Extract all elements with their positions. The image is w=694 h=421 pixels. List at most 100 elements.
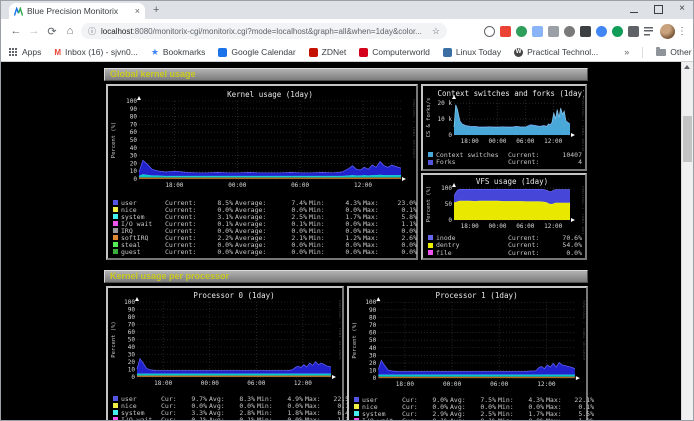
eye-extension-icon[interactable]	[564, 26, 575, 37]
green-dot-extension-icon[interactable]	[612, 26, 623, 37]
svg-text:12:00: 12:00	[544, 223, 562, 230]
legend-color-swatch	[354, 418, 359, 420]
green-globe-extension-icon[interactable]	[516, 26, 527, 37]
svg-text:100: 100	[365, 299, 376, 306]
profile-avatar[interactable]	[660, 24, 675, 39]
other-bookmarks-button[interactable]: Other bookmarks	[656, 47, 694, 57]
bookmark-linux-today[interactable]: Linux Today	[443, 47, 501, 57]
gmail-m-icon: M	[54, 48, 61, 57]
minimize-icon[interactable]	[630, 12, 638, 13]
processor-1-graph[interactable]: 010203040506070809010018:0000:0006:0012:…	[350, 289, 585, 396]
puzzle-extension-icon[interactable]	[628, 26, 639, 37]
blue-dot-extension-icon[interactable]	[596, 26, 607, 37]
legend-stat-label: Cur:	[161, 416, 183, 421]
bookmark-star-icon[interactable]: ☆	[432, 26, 440, 37]
svg-text:30: 30	[130, 153, 138, 160]
gmail-extension-icon[interactable]	[500, 26, 511, 37]
svg-text:0: 0	[448, 132, 452, 139]
reload-icon[interactable]: ⟳	[43, 25, 61, 38]
svg-text:0: 0	[131, 374, 135, 381]
site-info-icon[interactable]: ⓘ	[88, 26, 96, 37]
svg-text:70: 70	[369, 322, 377, 329]
search-extension-icon[interactable]	[484, 26, 495, 37]
processor-0-legend: userCur:9.7%Avg:8.3%Min:4.9%Max:22.5%nic…	[109, 395, 341, 420]
legend-color-swatch	[113, 396, 118, 401]
svg-text:18:00: 18:00	[165, 182, 183, 189]
pages-extension-icon[interactable]	[532, 26, 543, 37]
kernel-usage-graph[interactable]: 010203040506070809010018:0000:0006:0012:…	[109, 87, 415, 199]
playlist-extension-icon[interactable]	[644, 26, 655, 37]
legend-color-swatch	[113, 214, 118, 219]
bookmark-inbox-16-sjvn0[interactable]: MInbox (16) - sjvn0...	[54, 47, 137, 57]
svg-text:RRDTOOL / TOBI OETIKER: RRDTOOL / TOBI OETIKER	[580, 98, 584, 151]
svg-text:18:00: 18:00	[154, 380, 172, 387]
bookmark-bookmarks[interactable]: ★Bookmarks	[151, 47, 206, 57]
bookmark-apps[interactable]: Apps	[9, 47, 41, 57]
gray-square-extension-icon[interactable]	[548, 26, 559, 37]
kernel-usage-panel[interactable]: 010203040506070809010018:0000:0006:0012:…	[106, 84, 418, 260]
vfs-usage-graph[interactable]: 05010018:0000:0006:0012:00VFS usage (1da…	[424, 176, 584, 234]
dark-square-extension-icon[interactable]	[580, 26, 591, 37]
legend-stat-label: Min:	[498, 417, 520, 420]
legend-color-swatch	[113, 235, 118, 240]
svg-text:20: 20	[369, 360, 377, 367]
vfs-usage-panel[interactable]: 05010018:0000:0006:0012:00VFS usage (1da…	[421, 173, 587, 260]
svg-text:Kernel usage (1day): Kernel usage (1day)	[227, 90, 313, 99]
tab-close-icon[interactable]: ×	[135, 6, 140, 16]
legend-color-swatch	[354, 411, 359, 416]
legend-stat-value: 0.0%	[205, 248, 235, 256]
forward-icon[interactable]: →	[25, 25, 43, 37]
vfs-usage-legend: inodeCurrent:70.6%dentryCurrent:54.0%fil…	[424, 234, 584, 257]
browser-menu-icon[interactable]: ⋮	[677, 26, 687, 37]
svg-text:50: 50	[445, 201, 453, 208]
bookmark-computerworld[interactable]: Computerworld	[359, 47, 430, 57]
url-host: localhost	[101, 27, 133, 36]
processor-0-panel[interactable]: 010203040506070809010018:0000:0006:0012:…	[106, 286, 344, 420]
home-icon[interactable]: ⌂	[61, 25, 79, 37]
svg-text:30: 30	[128, 352, 136, 359]
svg-text:12:00: 12:00	[537, 381, 556, 388]
svg-text:60: 60	[130, 129, 138, 136]
svg-text:10 k: 10 k	[438, 116, 453, 123]
legend-stat-value: 0.1%	[183, 416, 209, 421]
page-scrollbar[interactable]	[681, 62, 693, 420]
bookmark-zdnet[interactable]: ZDNet	[309, 47, 347, 57]
other-bookmarks-label: Other bookmarks	[670, 47, 694, 57]
legend-color-swatch	[354, 404, 359, 409]
svg-text:70: 70	[128, 322, 136, 329]
svg-text:Processor 1 (1day): Processor 1 (1day)	[436, 291, 518, 300]
window-close-icon[interactable]: ×	[679, 2, 685, 16]
bookmark-label: Apps	[22, 47, 41, 57]
svg-text:Processor 0 (1day): Processor 0 (1day)	[193, 291, 274, 300]
legend-stat-value: 0.0%	[279, 248, 309, 256]
svg-text:100: 100	[441, 185, 452, 192]
svg-text:10: 10	[128, 367, 136, 374]
svg-text:70: 70	[130, 121, 138, 128]
bookmark-google-calendar[interactable]: Google Calendar	[218, 47, 295, 57]
legend-stat-value: 4	[548, 158, 584, 166]
legend-color-swatch	[113, 228, 118, 233]
svg-text:Percent (%): Percent (%)	[111, 321, 117, 357]
context-switches-panel[interactable]: 010 k20 k18:0000:0006:0012:00Context swi…	[421, 84, 587, 171]
address-bar[interactable]: ⓘ localhost:8080/monitorix-cgi/monitorix…	[81, 23, 447, 39]
extensions-row	[447, 26, 655, 37]
bookmark-practical-technol[interactable]: WPractical Technol...	[514, 47, 598, 57]
svg-text:10: 10	[369, 368, 377, 375]
legend-stat-label: Current:	[508, 249, 548, 257]
maximize-icon[interactable]	[654, 5, 663, 14]
bookmark-label: Linux Today	[456, 47, 501, 57]
bookmark-label: ZDNet	[322, 47, 347, 57]
new-tab-button[interactable]: +	[153, 3, 159, 17]
svg-text:Percent (%): Percent (%)	[426, 186, 432, 222]
svg-text:Percent (%): Percent (%)	[352, 322, 358, 359]
legend-color-swatch	[428, 160, 433, 165]
scrollbar-up-icon[interactable]	[684, 65, 690, 69]
browser-tab[interactable]: Blue Precision Monitorix ×	[9, 3, 145, 19]
browser-toolbar: ← → ⟳ ⌂ ⓘ localhost:8080/monitorix-cgi/m…	[1, 19, 693, 43]
back-icon[interactable]: ←	[7, 25, 25, 37]
processor-0-graph[interactable]: 010203040506070809010018:0000:0006:0012:…	[109, 289, 341, 395]
processor-1-panel[interactable]: 010203040506070809010018:0000:0006:0012:…	[347, 286, 588, 420]
scrollbar-thumb[interactable]	[683, 116, 692, 162]
context-switches-graph[interactable]: 010 k20 k18:0000:0006:0012:00Context swi…	[424, 87, 584, 151]
bookmarks-overflow-icon[interactable]: »	[624, 47, 629, 57]
